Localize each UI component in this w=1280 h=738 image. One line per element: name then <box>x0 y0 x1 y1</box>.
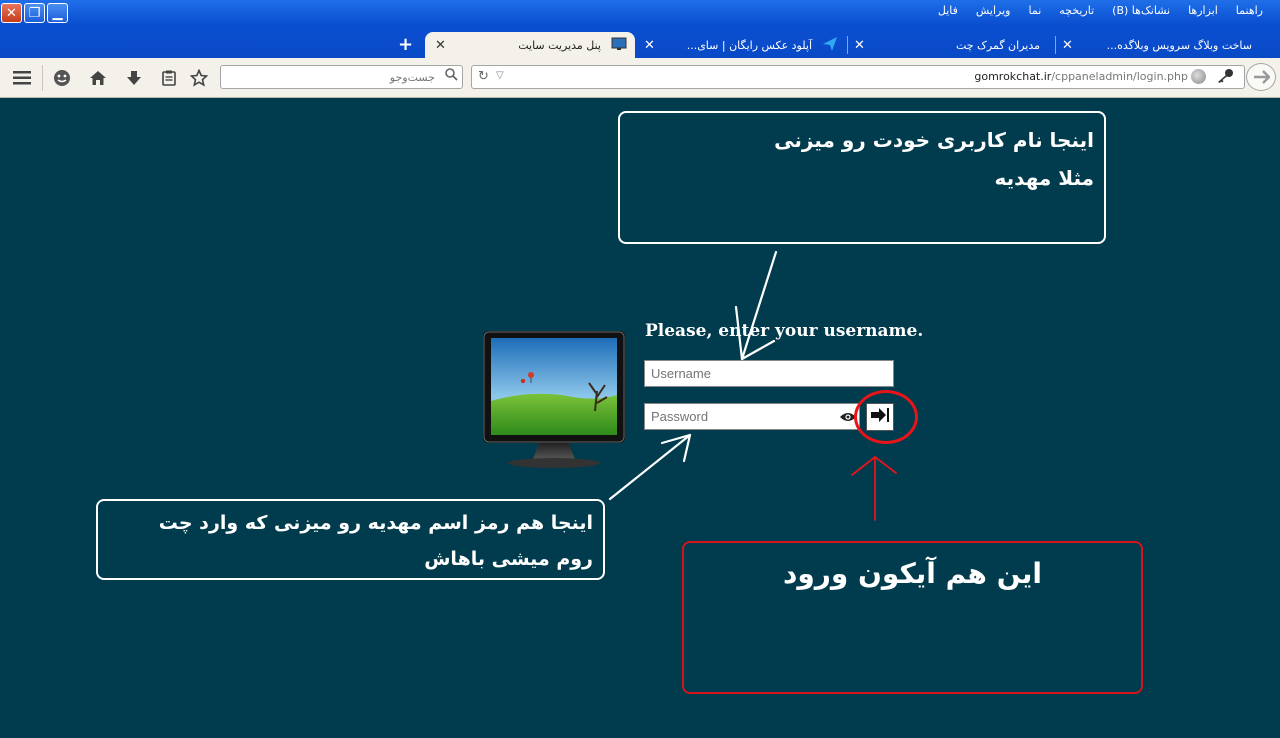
menu-item-bookmarks[interactable]: نشانک‌ها (B) <box>1103 2 1179 19</box>
password-input[interactable] <box>644 403 860 430</box>
username-hint-line-1: اینجا نام کاربری خودت رو میزنی <box>774 128 1094 152</box>
tab-title: مدیران گمرک چت <box>955 38 1040 52</box>
history-dropdown-icon[interactable]: ▽ <box>496 70 504 81</box>
title-bar: ✕ ❐ ▁ فایل ویرایش نما تاریخچه نشانک‌ها (… <box>0 0 1280 60</box>
login-icon-arrow <box>851 456 897 521</box>
bookmark-star-icon[interactable] <box>189 68 209 88</box>
username-input[interactable] <box>644 360 894 387</box>
menu-item-help[interactable]: راهنما <box>1227 2 1272 19</box>
password-hint-line-1: اینجا هم رمز اسم مهدیه رو میزنی که وارد … <box>158 512 593 534</box>
tab-separator <box>847 36 848 54</box>
tab-separator <box>1055 36 1056 54</box>
tab-blog[interactable]: ساخت وبلاگ سرویس وبلاگده... ✕ <box>1062 32 1270 58</box>
login-icon-hint-text: این هم آیکون ورود <box>782 557 1043 590</box>
tab-site-admin-panel[interactable]: پنل مدیریت سایت ✕ <box>425 32 635 58</box>
login-title: Please, enter your username. <box>645 321 924 341</box>
new-tab-button[interactable]: + <box>398 34 413 55</box>
tab-close-icon[interactable]: ✕ <box>854 38 865 53</box>
url-text[interactable]: gomrokchat.ir/cppaneladmin/login.php <box>974 70 1188 83</box>
reading-list-icon[interactable] <box>159 68 179 88</box>
key-icon[interactable] <box>1216 68 1234 88</box>
tab-title: پنل مدیریت سایت <box>518 38 601 52</box>
menu-item-edit[interactable]: ویرایش <box>967 2 1020 19</box>
navigation-toolbar: ↻ ▽ gomrokchat.ir/cppaneladmin/login.php <box>0 58 1280 98</box>
toolbar-separator <box>42 65 43 91</box>
login-button-highlight-ring <box>854 390 918 444</box>
menu-item-view[interactable]: نما <box>1019 2 1050 19</box>
login-icon-hint-callout: این هم آیکون ورود <box>682 541 1143 694</box>
smiley-icon[interactable] <box>52 68 72 88</box>
search-box[interactable] <box>220 65 463 89</box>
menu-item-file[interactable]: فایل <box>929 2 967 19</box>
search-input[interactable] <box>225 68 435 86</box>
reload-icon[interactable]: ↻ <box>478 69 489 84</box>
menu-item-history[interactable]: تاریخچه <box>1050 2 1103 19</box>
username-hint-line-2: مثلا مهدیه <box>994 166 1094 190</box>
tab-image-upload[interactable]: آپلود عکس رایگان | سای... ✕ <box>644 32 840 58</box>
tab-title: ساخت وبلاگ سرویس وبلاگده... <box>1106 38 1252 52</box>
tab-close-icon[interactable]: ✕ <box>644 38 655 53</box>
home-icon[interactable] <box>88 68 108 88</box>
page-content: اینجا نام کاربری خودت رو میزنی مثلا مهدی… <box>0 99 1280 738</box>
tab-close-icon[interactable]: ✕ <box>435 38 446 53</box>
url-bar[interactable]: ↻ ▽ gomrokchat.ir/cppaneladmin/login.php <box>471 65 1245 89</box>
tab-strip: ساخت وبلاگ سرویس وبلاگده... ✕ مدیران گمر… <box>0 30 1280 58</box>
tab-title: آپلود عکس رایگان | سای... <box>686 38 812 52</box>
search-icon <box>445 68 458 84</box>
username-hint-callout: اینجا نام کاربری خودت رو میزنی مثلا مهدی… <box>618 111 1106 244</box>
menu-bar: فایل ویرایش نما تاریخچه نشانک‌ها (B) ابز… <box>929 2 1272 19</box>
hamburger-menu-icon[interactable] <box>12 68 32 88</box>
globe-icon[interactable] <box>1191 69 1206 84</box>
tab-close-icon[interactable]: ✕ <box>1062 38 1073 53</box>
url-host: gomrokchat.ir <box>974 70 1052 83</box>
download-icon[interactable] <box>124 68 144 88</box>
monitor-logo-image <box>483 331 625 471</box>
back-button[interactable] <box>1246 63 1276 91</box>
password-hint-callout: اینجا هم رمز اسم مهدیه رو میزنی که وارد … <box>96 499 605 580</box>
window-minimize-button[interactable]: ▁ <box>47 3 68 23</box>
monitor-favicon-icon <box>611 37 627 54</box>
window-close-button[interactable]: ✕ <box>1 3 22 23</box>
upload-arrow-icon <box>822 36 838 55</box>
tab-managers[interactable]: مدیران گمرک چت ✕ <box>854 32 1050 58</box>
window-restore-button[interactable]: ❐ <box>24 3 45 23</box>
password-hint-line-2: روم میشی باهاش <box>424 548 593 570</box>
menu-item-tools[interactable]: ابزارها <box>1179 2 1227 19</box>
username-arrow <box>734 250 778 361</box>
url-path: /cppaneladmin/login.php <box>1051 70 1188 83</box>
